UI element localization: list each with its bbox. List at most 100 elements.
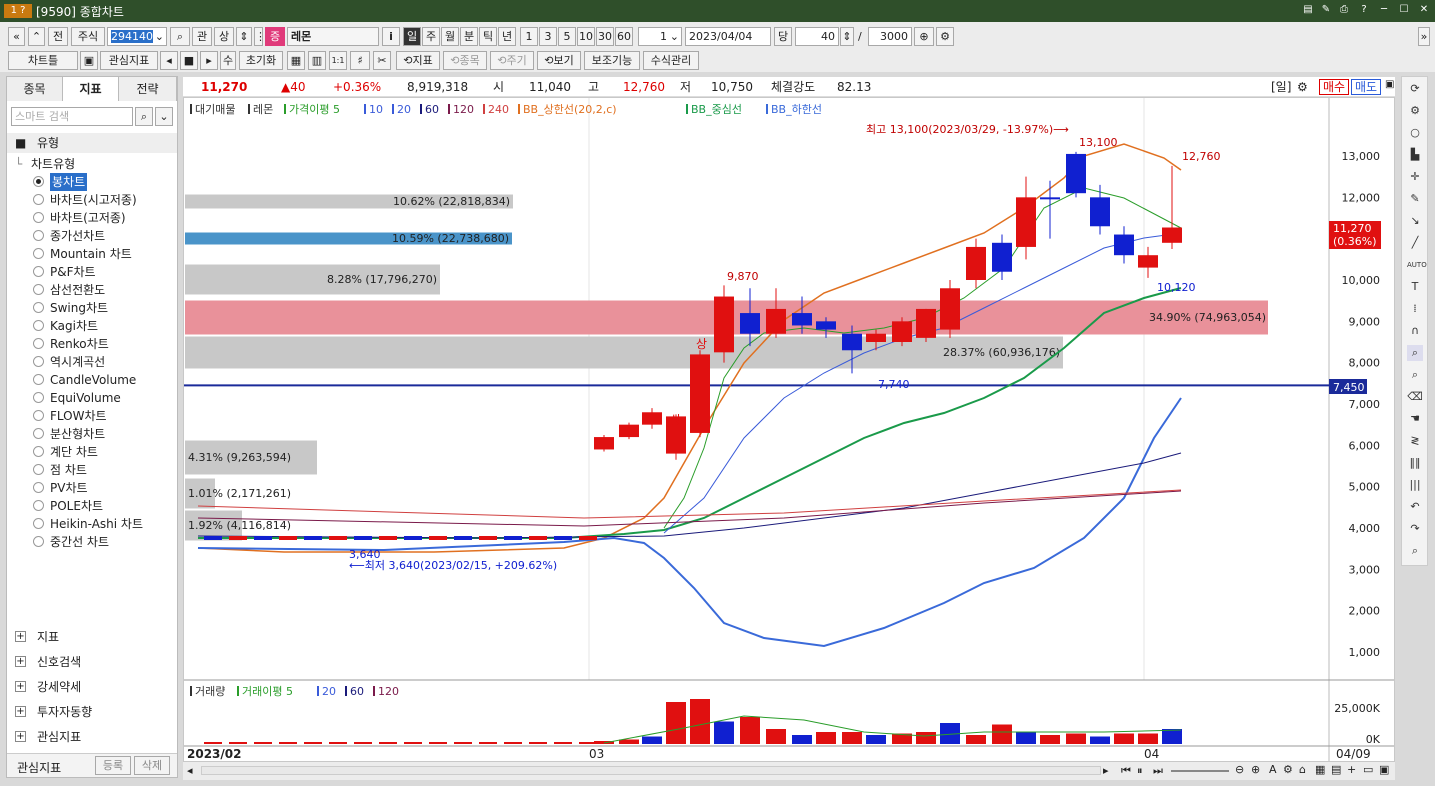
- chart-type-item[interactable]: 계단 차트: [7, 443, 177, 461]
- chart-icon[interactable]: ▙: [1407, 147, 1423, 163]
- radio-button[interactable]: [33, 212, 44, 223]
- chart-type-item[interactable]: 바차트(고저종): [7, 209, 177, 227]
- interval-30[interactable]: 30: [596, 27, 614, 46]
- table-icon[interactable]: ▦: [1315, 763, 1325, 776]
- chart-type-item[interactable]: Heikin-Ashi 차트: [7, 515, 177, 533]
- chart-type-item[interactable]: 종가선차트: [7, 227, 177, 245]
- radio-button[interactable]: [33, 428, 44, 439]
- more-icon[interactable]: ⋮: [254, 27, 263, 46]
- chart-gear-icon[interactable]: ⚙: [1297, 77, 1308, 97]
- radio-button[interactable]: [33, 338, 44, 349]
- auto-icon[interactable]: AUTO: [1407, 257, 1427, 273]
- line-icon[interactable]: ╱: [1407, 235, 1423, 251]
- candle-icon[interactable]: ♯: [350, 51, 370, 70]
- expand-icon[interactable]: +: [15, 631, 26, 642]
- section-item[interactable]: + 투자자동향: [7, 703, 177, 721]
- print-icon[interactable]: ⎙: [1336, 2, 1352, 18]
- lamp-icon[interactable]: ⌂: [1299, 763, 1306, 776]
- expand-icon[interactable]: »: [1418, 27, 1430, 46]
- minimize-icon[interactable]: ─: [1376, 2, 1392, 18]
- search-icon[interactable]: ⌕: [135, 107, 153, 126]
- radio-button[interactable]: [33, 410, 44, 421]
- chart-type-item[interactable]: 중간선 차트: [7, 533, 177, 551]
- period-month[interactable]: 월: [441, 27, 459, 46]
- pen-icon[interactable]: ✎: [1407, 191, 1423, 207]
- radio-button[interactable]: [33, 446, 44, 457]
- magnet-icon[interactable]: ∩: [1407, 323, 1423, 339]
- interval-select[interactable]: 1 ⌄: [638, 27, 682, 46]
- section-item[interactable]: + 강세약세: [7, 678, 177, 696]
- aux-button[interactable]: 보조기능: [584, 51, 640, 70]
- window-icon[interactable]: ▭: [1363, 763, 1373, 776]
- category-header[interactable]: ■ 유형: [7, 133, 177, 153]
- chart-type-item[interactable]: EquiVolume: [7, 389, 177, 407]
- pause-icon[interactable]: ⏸: [1137, 764, 1143, 778]
- radio-button[interactable]: [33, 536, 44, 547]
- settings-icon[interactable]: ⚙: [1283, 763, 1293, 776]
- radio-button[interactable]: [33, 518, 44, 529]
- radio-button[interactable]: [33, 392, 44, 403]
- scroll-right-icon[interactable]: ▸: [1103, 764, 1109, 777]
- chart-type-item[interactable]: Mountain 차트: [7, 245, 177, 263]
- layout-icon[interactable]: ▥: [308, 51, 326, 70]
- su-button[interactable]: 수: [220, 51, 236, 70]
- radio-button[interactable]: [33, 464, 44, 475]
- indicator-button[interactable]: ⟲지표: [396, 51, 440, 70]
- radio-button[interactable]: [33, 194, 44, 205]
- radio-button[interactable]: [33, 482, 44, 493]
- chart-type-item[interactable]: POLE차트: [7, 497, 177, 515]
- radio-button[interactable]: [33, 230, 44, 241]
- code-input[interactable]: 294140 ⌄: [107, 27, 167, 46]
- chevron-down-icon[interactable]: ⌄: [670, 28, 679, 45]
- help-icon[interactable]: ?: [1356, 2, 1372, 18]
- chart-type-item[interactable]: 바차트(시고저종): [7, 191, 177, 209]
- up-button[interactable]: ⌃: [28, 27, 45, 46]
- circle-icon[interactable]: ○: [1407, 125, 1423, 141]
- chart-type-item[interactable]: Renko차트: [7, 335, 177, 353]
- scroll-bar[interactable]: ◂ ▸ ⏮ ⏸ ⏭ ⊖ ⊕ A ⚙ ⌂ ▦ ▤ + ▭ ▣: [183, 762, 1395, 780]
- radio-button[interactable]: [33, 266, 44, 277]
- sell-button[interactable]: 매도: [1351, 79, 1382, 95]
- interval-10[interactable]: 10: [577, 27, 595, 46]
- chart-type-group[interactable]: └ 차트유형: [7, 155, 177, 173]
- period-minute[interactable]: 분: [460, 27, 478, 46]
- radio-button[interactable]: [33, 356, 44, 367]
- zoom-in-icon[interactable]: ⌕: [1407, 367, 1423, 383]
- interval-3[interactable]: 3: [539, 27, 557, 46]
- chart-type-item[interactable]: 점 차트: [7, 461, 177, 479]
- zigzag-icon[interactable]: ≷: [1407, 433, 1423, 449]
- first-icon[interactable]: ⏮: [1121, 764, 1131, 778]
- panel-icon[interactable]: ▣: [1379, 763, 1389, 776]
- add-icon[interactable]: +: [1347, 763, 1356, 776]
- interval-1[interactable]: 1: [520, 27, 538, 46]
- total-input[interactable]: 3000: [868, 27, 912, 46]
- settings-icon[interactable]: ⚙: [1407, 103, 1423, 119]
- radio-button[interactable]: [33, 320, 44, 331]
- gwan-button[interactable]: 관: [192, 27, 212, 46]
- save-icon[interactable]: ▣: [80, 51, 98, 70]
- eraser-icon[interactable]: ⌫: [1407, 389, 1423, 405]
- reset-button[interactable]: 초기화: [239, 51, 283, 70]
- chart-type-item[interactable]: 봉차트: [7, 173, 177, 191]
- chart-type-item[interactable]: CandleVolume: [7, 371, 177, 389]
- hand-icon[interactable]: ☚: [1407, 411, 1423, 427]
- expand-icon[interactable]: +: [15, 656, 26, 667]
- info-button[interactable]: i: [382, 27, 400, 46]
- gear-icon[interactable]: ⚙: [936, 27, 954, 46]
- price-chart[interactable]: 13,00012,00011,00010,0009,0008,0007,0006…: [184, 98, 1394, 761]
- chart-type-item[interactable]: PV차트: [7, 479, 177, 497]
- register-button[interactable]: 등록: [95, 756, 131, 775]
- zoom-icon[interactable]: ⌕: [1407, 345, 1423, 361]
- crosshair-icon[interactable]: ✛: [1407, 169, 1423, 185]
- period-year[interactable]: 년: [498, 27, 516, 46]
- refresh-icon[interactable]: ⟳: [1407, 81, 1423, 97]
- radio-button[interactable]: [33, 284, 44, 295]
- chart-type-item[interactable]: FLOW차트: [7, 407, 177, 425]
- chart-type-item[interactable]: 역시계곡선: [7, 353, 177, 371]
- period-tick[interactable]: 틱: [479, 27, 497, 46]
- scroll-track[interactable]: [201, 766, 1101, 775]
- grid-icon[interactable]: ▦: [287, 51, 305, 70]
- section-item[interactable]: + 지표: [7, 628, 177, 646]
- period-day[interactable]: 일: [403, 27, 421, 46]
- last-icon[interactable]: ⏭: [1153, 764, 1163, 778]
